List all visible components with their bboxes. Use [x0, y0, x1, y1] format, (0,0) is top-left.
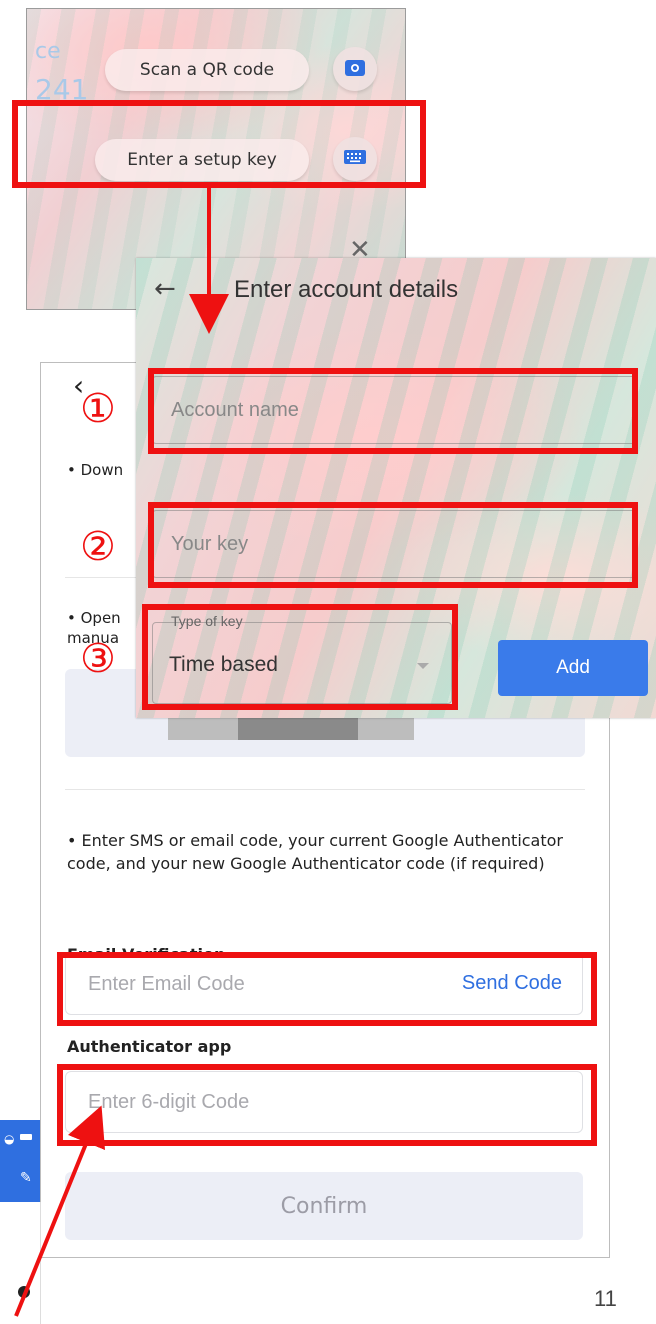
arrow-to-authenticator-field: [14, 1105, 106, 1317]
page-number: 11: [594, 1286, 617, 1311]
annotation-arrows: [14, 188, 229, 1317]
